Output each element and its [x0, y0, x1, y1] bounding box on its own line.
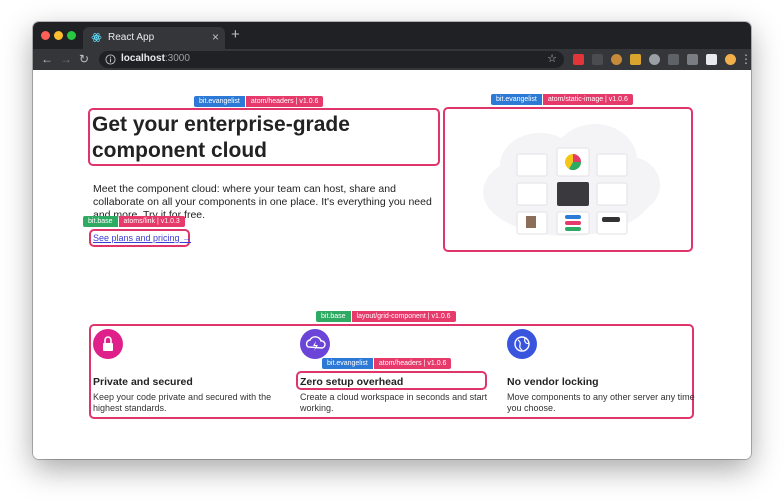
feature-title: No vendor locking [507, 376, 599, 388]
header-component-badge: bit.evangelist atom/headers | v1.0.6 [194, 96, 324, 107]
lock-icon [93, 329, 123, 359]
browser-toolbar: ← → ↻ localhost:3000 ☆ ⋮ [33, 49, 751, 70]
page-title: Get your enterprise-grade component clou… [92, 113, 350, 162]
see-plans-link[interactable]: See plans and pricing → [93, 232, 191, 244]
browser-window: React App × + ← → ↻ localhost:3000 ☆ ⋮ b… [33, 22, 751, 459]
image-component-badge: bit.evangelist atom/static-image | v1.0.… [491, 94, 633, 105]
feature-text: Move components to any other server any … [507, 392, 695, 413]
feature-text: Create a cloud workspace in seconds and … [300, 392, 488, 413]
reload-button[interactable]: ↻ [79, 51, 89, 67]
scope-label: bit.base [316, 311, 351, 322]
feature-header-badge: bit.evangelist atom/headers | v1.0.6 [322, 358, 452, 369]
forward-button[interactable]: → [60, 51, 72, 67]
feature-title: Zero setup overhead [300, 376, 404, 388]
bookmark-star-icon[interactable]: ☆ [547, 52, 557, 65]
link-label: See plans and pricing [93, 233, 180, 243]
react-logo-icon [91, 33, 102, 42]
cookie-icon[interactable] [611, 54, 622, 65]
grid-icon[interactable] [687, 54, 698, 65]
scope-label: bit.evangelist [194, 96, 245, 107]
grid-component-badge: bit.base layout/grid-component | v1.0.6 [316, 311, 456, 322]
feature-title: Private and secured [93, 376, 193, 388]
back-button[interactable]: ← [41, 51, 53, 67]
circle-icon[interactable] [668, 54, 679, 65]
chrome-icon[interactable] [649, 54, 660, 65]
component-cloud-illustration [483, 124, 660, 236]
avatar[interactable] [725, 54, 736, 65]
bolt-icon [300, 329, 330, 359]
component-label: atom/static-image | v1.0.6 [542, 94, 633, 105]
tab-title: React App [108, 32, 155, 43]
pen-icon[interactable] [592, 54, 603, 65]
page-content: bit.evangelist atom/headers | v1.0.6 Get… [33, 70, 751, 459]
minimize-window-button[interactable] [54, 31, 63, 40]
browser-tab[interactable]: React App × [83, 27, 225, 49]
url-host: localhost [121, 53, 165, 64]
tab-bar: React App × + [33, 22, 751, 49]
component-label: atom/headers | v1.0.6 [245, 96, 324, 107]
close-tab-icon[interactable]: × [212, 30, 219, 44]
component-label: atom/headers | v1.0.6 [373, 358, 452, 369]
url-port: :3000 [164, 53, 190, 64]
close-window-button[interactable] [41, 31, 50, 40]
new-tab-button[interactable]: + [231, 27, 240, 43]
scope-label: bit.evangelist [491, 94, 542, 105]
component-label: atoms/link | v1.0.3 [118, 216, 185, 227]
scope-label: bit.base [83, 216, 118, 227]
url-text: localhost:3000 [121, 53, 190, 64]
adblock-icon[interactable] [573, 54, 584, 65]
arrow-right-icon: → [182, 233, 192, 243]
link-component-badge: bit.base atoms/link | v1.0.3 [83, 216, 185, 227]
g-icon[interactable] [706, 54, 717, 65]
maximize-window-button[interactable] [67, 31, 76, 40]
scope-label: bit.evangelist [322, 358, 373, 369]
address-bar[interactable]: localhost:3000 ☆ [99, 51, 564, 68]
component-label: layout/grid-component | v1.0.6 [351, 311, 456, 322]
browser-menu-icon[interactable]: ⋮ [740, 51, 751, 67]
note-icon[interactable] [630, 54, 641, 65]
globe-icon [507, 329, 537, 359]
feature-text: Keep your code private and secured with … [93, 392, 272, 413]
info-icon[interactable] [105, 54, 116, 65]
